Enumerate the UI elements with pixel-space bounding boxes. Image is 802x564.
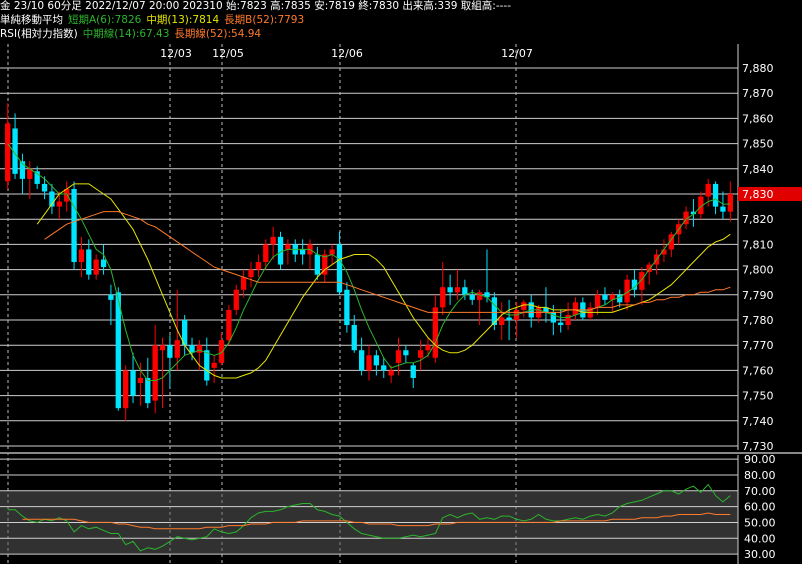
candle-body[interactable] (108, 294, 114, 300)
candle-body[interactable] (314, 254, 321, 275)
price-tick-label: 7,750 (742, 390, 774, 403)
candle-body[interactable] (100, 259, 107, 268)
rsi-tick-label: 80.00 (744, 469, 776, 482)
candle-body[interactable] (211, 362, 217, 368)
candle-body[interactable] (410, 365, 416, 378)
chart-canvas[interactable]: 12/03 12/05 12/06 12/07 7,730 7,740 7,750 7,76… (0, 0, 802, 564)
candle-body[interactable] (344, 289, 350, 326)
candle-body[interactable] (351, 325, 357, 351)
price-tick-label: 7,860 (742, 112, 774, 125)
x-tick-label: 12/03 (160, 47, 192, 60)
candle-body[interactable] (263, 244, 269, 263)
candle-body[interactable] (299, 249, 306, 255)
price-tick-label: 7,770 (742, 339, 774, 352)
price-tick-label: 7,870 (742, 87, 774, 100)
candle-body[interactable] (86, 249, 92, 275)
candle-body[interactable] (417, 350, 424, 358)
rsi-tick-label: 40.00 (744, 532, 776, 545)
candle-body[interactable] (145, 377, 151, 404)
price-tick-label: 7,800 (742, 264, 774, 277)
candle-body[interactable] (174, 340, 180, 358)
candle-body[interactable] (425, 345, 431, 351)
x-tick-label: 12/06 (331, 47, 363, 60)
x-tick-label: 12/07 (501, 47, 533, 60)
candle-body[interactable] (602, 294, 608, 300)
candle-body[interactable] (78, 249, 85, 263)
candle-body[interactable] (248, 269, 254, 278)
x-tick-label: 12/05 (212, 47, 244, 60)
price-tick-label: 7,850 (742, 138, 774, 151)
candle-body[interactable] (285, 244, 291, 250)
candle-body[interactable] (240, 277, 247, 290)
candle-body[interactable] (137, 377, 144, 383)
candle-body[interactable] (572, 302, 579, 315)
candle-body[interactable] (388, 370, 394, 376)
candle-body[interactable] (5, 123, 11, 182)
candle-body[interactable] (226, 309, 232, 341)
candle-body[interactable] (476, 292, 483, 300)
candle-body[interactable] (270, 236, 276, 245)
price-tick-label: 7,840 (742, 163, 774, 176)
candle-body[interactable] (594, 294, 601, 308)
candle-body[interactable] (71, 188, 77, 263)
candle-body[interactable] (521, 302, 527, 310)
candle-body[interactable] (218, 340, 225, 363)
candle-body[interactable] (469, 294, 475, 300)
candle-body[interactable] (720, 206, 726, 212)
rsi-tick-label: 60.00 (744, 501, 776, 514)
candle-body[interactable] (727, 194, 733, 212)
candle-body[interactable] (159, 345, 166, 351)
price-pane[interactable] (0, 44, 738, 450)
candle-body[interactable] (366, 355, 372, 371)
candle-body[interactable] (167, 345, 173, 358)
candle-body[interactable] (381, 365, 387, 371)
candle-body[interactable] (646, 264, 652, 273)
price-tick-label: 7,730 (742, 440, 774, 453)
candle-body[interactable] (123, 370, 129, 409)
price-tick-label: 7,740 (742, 415, 774, 428)
candle-body[interactable] (454, 287, 461, 293)
price-tick-label: 7,780 (742, 314, 774, 327)
candle-body[interactable] (506, 317, 512, 320)
candle-body[interactable] (432, 307, 439, 358)
rsi-tick-label: 50.00 (744, 516, 776, 529)
candle-body[interactable] (204, 350, 210, 381)
candle-body[interactable] (196, 345, 203, 353)
candle-body[interactable] (93, 259, 99, 275)
candle-body[interactable] (499, 317, 505, 326)
candle-body[interactable] (447, 287, 453, 293)
candle-body[interactable] (41, 183, 48, 192)
price-tick-label: 7,760 (742, 364, 774, 377)
rsi-tick-label: 30.00 (744, 548, 776, 561)
rsi-tick-label: 70.00 (744, 485, 776, 498)
candle-body[interactable] (152, 345, 158, 401)
price-tick-label: 7,790 (742, 289, 774, 302)
current-price-label: 7,830 (742, 188, 774, 201)
candle-body[interactable] (358, 350, 365, 371)
candle-body[interactable] (115, 292, 121, 409)
candle-body[interactable] (395, 350, 402, 363)
candle-body[interactable] (277, 236, 284, 265)
candle-body[interactable] (712, 183, 719, 207)
candle-body[interactable] (705, 183, 711, 197)
candle-body[interactable] (56, 201, 62, 207)
price-tick-label: 7,810 (742, 238, 774, 251)
candle-body[interactable] (233, 289, 239, 310)
candle-body[interactable] (558, 322, 564, 326)
candle-body[interactable] (329, 249, 335, 255)
candle-body[interactable] (255, 262, 262, 270)
candle-body[interactable] (440, 287, 446, 308)
candle-body[interactable] (373, 355, 380, 366)
price-tick-label: 7,820 (742, 213, 774, 226)
price-tick-label: 7,880 (742, 62, 774, 75)
candle-body[interactable] (130, 370, 136, 396)
candle-body[interactable] (403, 350, 409, 356)
candle-body[interactable] (336, 244, 343, 293)
rsi-tick-label: 90.00 (744, 453, 776, 466)
